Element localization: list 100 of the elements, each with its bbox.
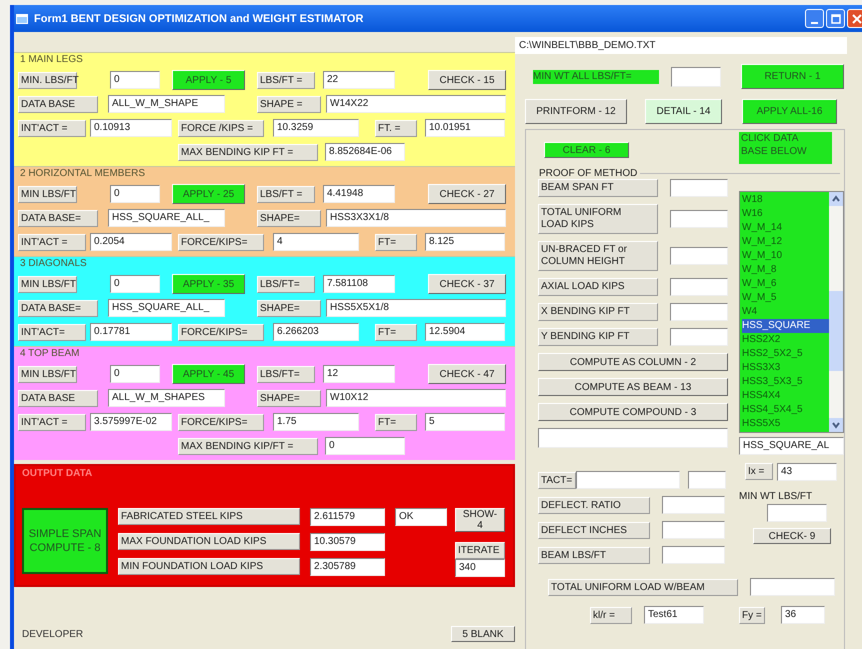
scrollbar[interactable] xyxy=(829,192,843,432)
text-field[interactable]: 0.2054 xyxy=(90,233,172,251)
text-field[interactable]: 43 xyxy=(777,463,837,481)
text-field[interactable]: ALL_W_M_SHAPE xyxy=(108,95,225,113)
text-field[interactable]: 5 xyxy=(425,413,505,431)
text-field[interactable] xyxy=(538,428,728,448)
text-field[interactable]: 2.611579 xyxy=(310,508,385,526)
apply-button[interactable]: APPLY - 35 xyxy=(172,274,245,294)
blank-button[interactable]: 5 BLANK xyxy=(451,626,515,642)
list-item[interactable]: W_M_8 xyxy=(742,263,829,277)
text-field[interactable]: HSS_SQUARE_AL xyxy=(739,437,844,455)
compute-button[interactable]: SIMPLE SPAN COMPUTE - 8 xyxy=(22,508,108,574)
list-item[interactable]: W_M_14 xyxy=(742,221,829,235)
clear-button[interactable]: CLEAR - 6 xyxy=(544,142,629,158)
text-field[interactable]: 12.5904 xyxy=(425,323,505,341)
text-field[interactable]: W10X12 xyxy=(326,389,506,407)
text-field[interactable]: HSS_SQUARE_ALL_ xyxy=(108,299,225,317)
text-field[interactable]: 10.30579 xyxy=(310,533,385,551)
maximize-button[interactable] xyxy=(826,9,845,28)
text-field[interactable]: 4 xyxy=(273,233,359,251)
show-button[interactable]: SHOW- 4 xyxy=(455,508,505,532)
text-field[interactable]: 10.01951 xyxy=(425,119,505,137)
text-field[interactable]: HSS_SQUARE_ALL_ xyxy=(108,209,225,227)
text-field[interactable]: 4.41948 xyxy=(323,185,395,203)
text-field[interactable]: 0.10913 xyxy=(90,119,172,137)
printform-button[interactable]: PRINTFORM - 12 xyxy=(525,99,627,124)
text-field[interactable]: 22 xyxy=(323,71,395,89)
field-label: BEAM SPAN FT xyxy=(538,179,658,197)
minimize-button[interactable] xyxy=(805,9,824,28)
list-item[interactable]: W16 xyxy=(742,207,829,221)
check-button[interactable]: CHECK - 47 xyxy=(428,364,506,384)
text-field[interactable]: ALL_W_M_SHAPES xyxy=(108,389,225,407)
text-field[interactable] xyxy=(767,504,827,522)
list-item[interactable]: HSS4_5X4_5 xyxy=(742,403,829,417)
text-field[interactable]: W14X22 xyxy=(326,95,506,113)
check-button[interactable]: CHECK- 9 xyxy=(753,528,831,544)
text-field[interactable]: 8.125 xyxy=(425,233,505,251)
database-list[interactable]: W18 W16 W_M_14 W_M_12 W_M_10 W_M_8 W_M_6 W_M_5 W4 HSS_SQUARE HSS2X2 HSS2_5X2_5 HSS3X3 HSS3_5X3_5 HSS4X4 HSS4_5X4_5 HSS5X5 xyxy=(739,191,844,433)
text-field[interactable] xyxy=(670,303,728,321)
return-button[interactable]: RETURN - 1 xyxy=(741,64,844,89)
list-item[interactable]: HSS5X5 xyxy=(742,417,829,431)
check-button[interactable]: CHECK - 37 xyxy=(428,274,506,294)
apply-all-button[interactable]: APPLY ALL-16 xyxy=(742,99,837,124)
apply-button[interactable]: APPLY - 25 xyxy=(172,184,245,204)
text-field[interactable] xyxy=(670,247,728,265)
text-field[interactable]: 7.581108 xyxy=(323,275,395,293)
text-field[interactable] xyxy=(750,578,835,596)
text-field[interactable] xyxy=(670,179,728,197)
check-button[interactable]: CHECK - 15 xyxy=(428,70,506,90)
text-field[interactable]: HSS3X3X1/8 xyxy=(326,209,506,227)
compute-button[interactable]: COMPUTE AS BEAM - 13 xyxy=(538,378,728,396)
detail-button[interactable]: DETAIL - 14 xyxy=(645,99,722,124)
text-field[interactable]: 6.266203 xyxy=(273,323,359,341)
text-field[interactable]: 0 xyxy=(325,437,405,455)
text-field[interactable]: 1.75 xyxy=(273,413,359,431)
scroll-down-icon[interactable] xyxy=(829,418,843,432)
apply-button[interactable]: APPLY - 45 xyxy=(172,364,245,384)
text-field[interactable] xyxy=(576,471,680,489)
text-field[interactable] xyxy=(662,546,725,564)
apply-button[interactable]: APPLY - 5 xyxy=(172,70,245,90)
text-field[interactable] xyxy=(671,66,721,86)
text-field[interactable]: 0.17781 xyxy=(90,323,172,341)
check-button[interactable]: CHECK - 27 xyxy=(428,184,506,204)
list-item[interactable]: W_M_5 xyxy=(742,291,829,305)
list-item[interactable]: W_M_12 xyxy=(742,235,829,249)
text-field[interactable]: 2.305789 xyxy=(310,558,385,576)
text-field[interactable] xyxy=(662,496,725,514)
text-field[interactable]: 36 xyxy=(781,606,825,624)
text-field[interactable] xyxy=(670,210,728,228)
list-item[interactable]: HSS3_5X3_5 xyxy=(742,375,829,389)
text-field[interactable]: 12 xyxy=(323,365,395,383)
text-field[interactable]: 3.575997E-02 xyxy=(90,413,172,431)
list-item[interactable]: HSS2X2 xyxy=(742,333,829,347)
text-field[interactable]: 0 xyxy=(110,365,160,383)
scroll-thumb[interactable] xyxy=(829,291,843,371)
text-field[interactable]: HSS5X5X1/8 xyxy=(326,299,506,317)
text-field[interactable]: Test61 xyxy=(644,606,704,624)
list-item[interactable]: HSS_SQUARE xyxy=(742,319,829,333)
list-item[interactable]: W4 xyxy=(742,305,829,319)
list-item[interactable]: W18 xyxy=(742,193,829,207)
text-field[interactable]: 10.3259 xyxy=(273,119,359,137)
text-field[interactable] xyxy=(670,278,728,296)
text-field[interactable]: 0 xyxy=(110,71,160,89)
scroll-up-icon[interactable] xyxy=(829,192,843,206)
text-field[interactable] xyxy=(662,521,725,539)
text-field[interactable]: 0 xyxy=(110,185,160,203)
compute-button[interactable]: COMPUTE COMPOUND - 3 xyxy=(538,403,728,421)
close-button[interactable] xyxy=(847,9,862,28)
text-field[interactable] xyxy=(670,328,728,346)
list-item[interactable]: W_M_6 xyxy=(742,277,829,291)
compute-button[interactable]: COMPUTE AS COLUMN - 2 xyxy=(538,353,728,371)
text-field[interactable]: 8.852684E-06 xyxy=(325,143,405,161)
text-field[interactable] xyxy=(688,471,726,489)
status-field[interactable]: OK xyxy=(395,508,447,526)
text-field[interactable]: 0 xyxy=(110,275,160,293)
text-field[interactable]: 340 xyxy=(455,559,505,577)
list-item[interactable]: HSS2_5X2_5 xyxy=(742,347,829,361)
list-item[interactable]: HSS3X3 xyxy=(742,361,829,375)
list-item[interactable]: HSS4X4 xyxy=(742,389,829,403)
list-item[interactable]: W_M_10 xyxy=(742,249,829,263)
